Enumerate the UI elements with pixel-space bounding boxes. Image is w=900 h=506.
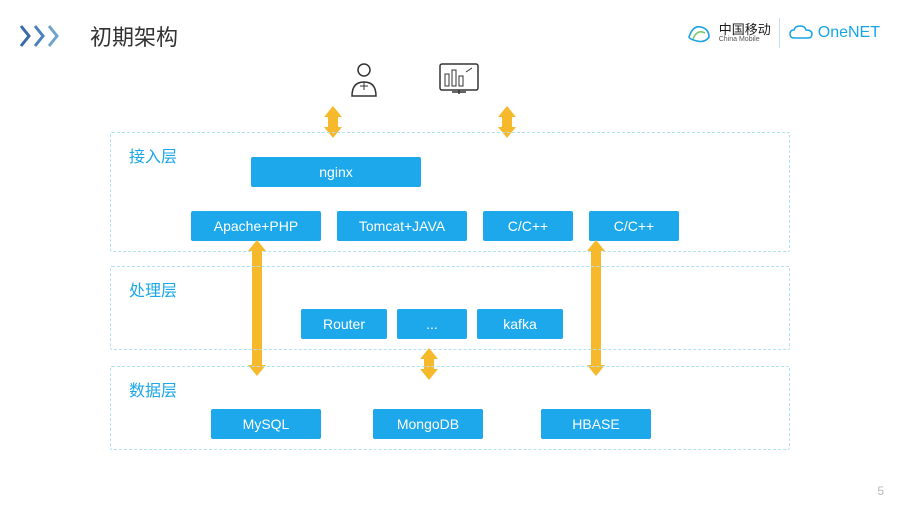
onenet-text: OneNET	[818, 24, 880, 42]
data-layer-label: 数据层	[129, 377, 177, 401]
logo-en-text: China Mobile	[719, 36, 771, 43]
process-layer-label: 处理层	[129, 277, 177, 301]
router-box: Router	[301, 309, 387, 339]
access-layer-label: 接入层	[129, 143, 177, 167]
mysql-box: MySQL	[211, 409, 321, 439]
page-number: 5	[877, 484, 884, 498]
title-chevrons-icon	[20, 24, 62, 48]
tomcat-java-box: Tomcat+JAVA	[337, 211, 467, 241]
access-layer: 接入层 nginx Apache+PHP Tomcat+JAVA C/C++ C…	[110, 132, 790, 252]
ccpp-box-2: C/C++	[589, 211, 679, 241]
ccpp-box-1: C/C++	[483, 211, 573, 241]
process-layer: 处理层 Router ... kafka	[110, 266, 790, 350]
apache-php-box: Apache+PHP	[191, 211, 321, 241]
hbase-box: HBASE	[541, 409, 651, 439]
data-layer: 数据层 MySQL MongoDB HBASE	[110, 366, 790, 450]
mongodb-box: MongoDB	[373, 409, 483, 439]
logo-separator	[779, 18, 780, 48]
nginx-box: nginx	[251, 157, 421, 187]
china-mobile-logo: 中国移动 China Mobile	[685, 19, 771, 47]
logo-cn-text: 中国移动	[719, 23, 771, 36]
dashboard-icon	[438, 60, 480, 103]
user-icon	[348, 60, 380, 103]
kafka-box: kafka	[477, 309, 563, 339]
ellipsis-box: ...	[397, 309, 467, 339]
architecture-diagram: 接入层 nginx Apache+PHP Tomcat+JAVA C/C++ C…	[100, 60, 800, 480]
onenet-logo: OneNET	[788, 24, 880, 42]
page-title: 初期架构	[90, 20, 178, 52]
